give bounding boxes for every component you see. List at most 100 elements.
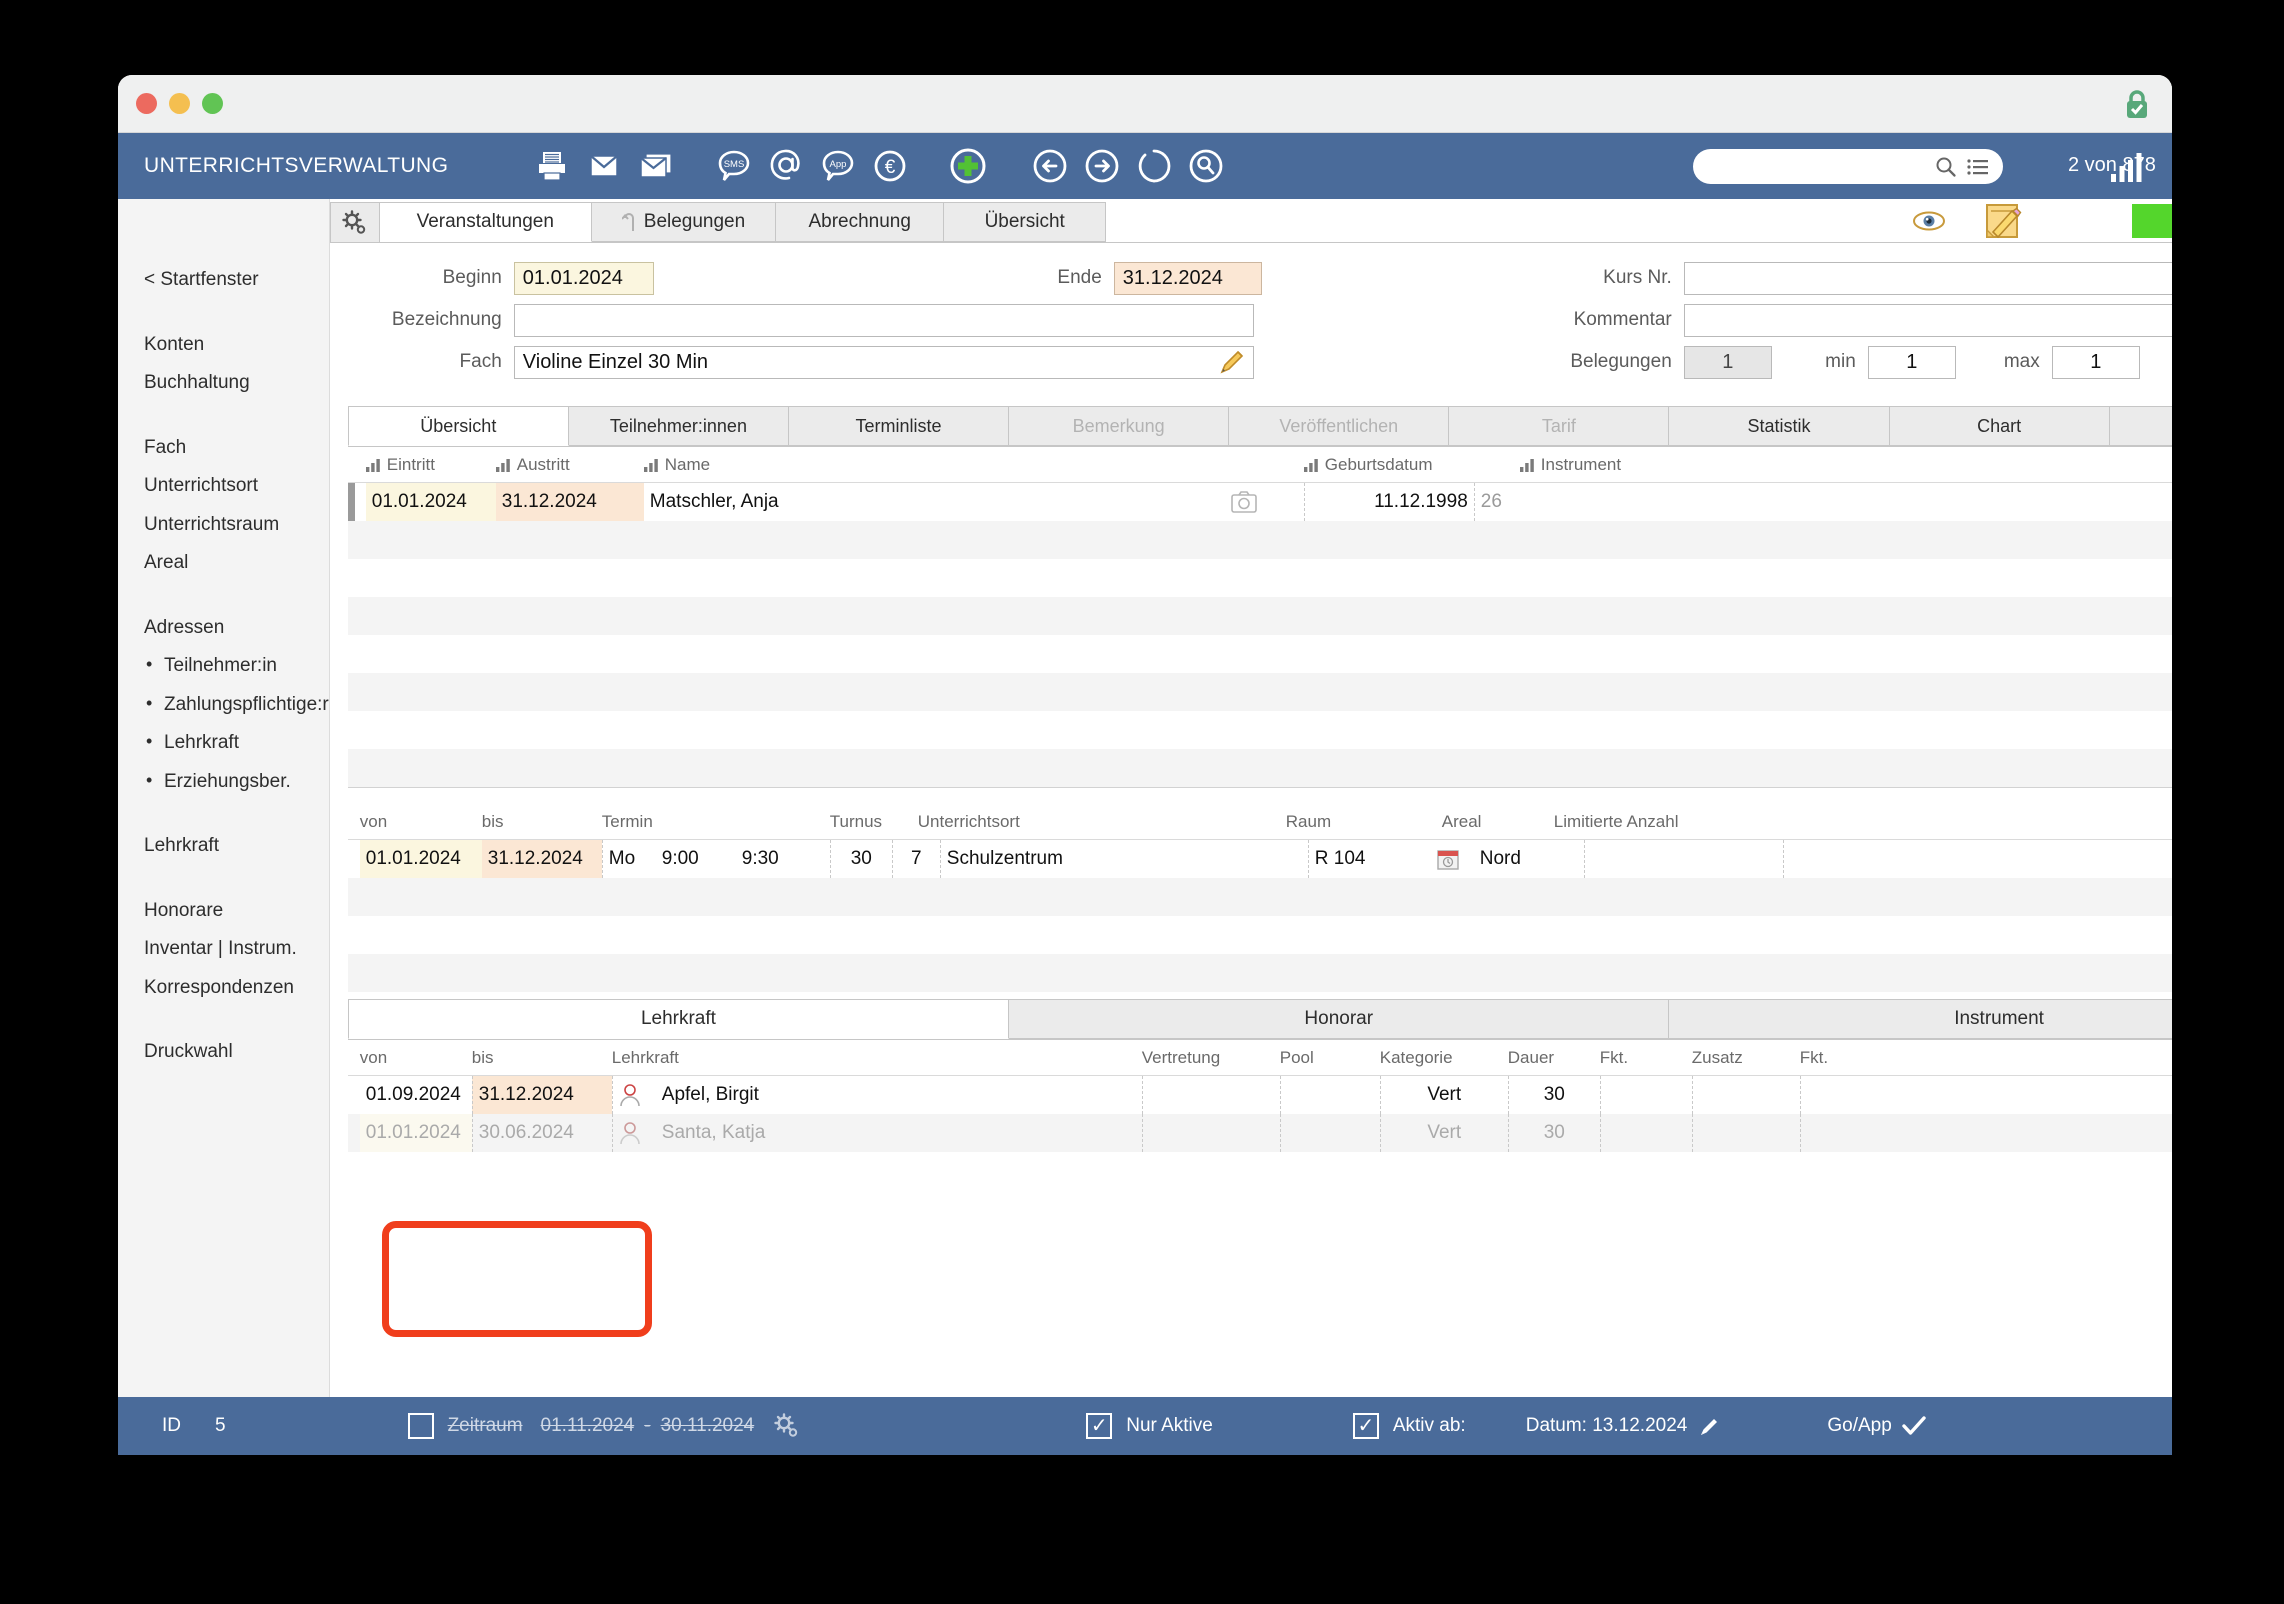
tab-uebersicht-top[interactable]: Übersicht [944, 202, 1107, 242]
zeitraum-checkbox[interactable] [407, 1413, 434, 1439]
sidebar-item-honorare[interactable]: Honorare [118, 892, 329, 931]
empty-row[interactable] [347, 878, 2172, 916]
gear-icon[interactable] [329, 202, 380, 242]
col-pool[interactable]: Pool [1280, 1048, 1380, 1068]
col-austritt[interactable]: Austritt [495, 455, 644, 475]
zeitraum-to[interactable]: 30.11.2024 [661, 1415, 755, 1437]
calendar-icon[interactable] [1430, 840, 1474, 878]
sidebar-item-lehrkraft[interactable]: Lehrkraft [118, 827, 329, 866]
zeitraum-gear-icon[interactable] [774, 1413, 800, 1439]
search-icon[interactable] [1935, 156, 1957, 178]
empty-row[interactable] [348, 711, 2172, 749]
sidebar-back-startfenster[interactable]: < Startfenster [118, 261, 329, 300]
status-color-green[interactable] [2131, 204, 2172, 238]
camera-icon[interactable] [1184, 483, 1304, 521]
empty-row[interactable] [347, 954, 2172, 992]
tab-chart[interactable]: Chart [1889, 406, 2110, 446]
tab-kontierung[interactable]: Kontierung [2109, 406, 2172, 446]
at-icon[interactable] [760, 140, 812, 192]
col-limitierte-anzahl[interactable]: Limitierte Anzahl [1554, 812, 1774, 832]
sidebar-item-adressen[interactable]: Adressen [118, 609, 329, 648]
search-circle-icon[interactable] [1180, 140, 1232, 192]
person-icon[interactable] [611, 1114, 656, 1152]
col-name[interactable]: Name [643, 455, 1304, 475]
col-zusatz[interactable]: Zusatz [1692, 1048, 1800, 1068]
subtab-honorar[interactable]: Honorar [1009, 999, 1670, 1039]
bezeichnung-input[interactable] [513, 303, 1254, 337]
col-lk-bis[interactable]: bis [472, 1048, 612, 1068]
pencil-icon[interactable] [1219, 349, 1245, 375]
sidebar-item-lehrkraft-adresse[interactable]: Lehrkraft [118, 724, 329, 763]
euro-icon[interactable]: € [864, 140, 916, 192]
table-row[interactable]: 01.01.2024 31.12.2024 Matschler, Anja 11… [347, 483, 2172, 521]
goapp-label[interactable]: Go/App [1827, 1415, 1891, 1437]
tab-uebersicht[interactable]: Übersicht [347, 406, 569, 446]
sidebar-item-fach[interactable]: Fach [118, 429, 329, 468]
datum-edit-pencil-icon[interactable] [1699, 1415, 1721, 1437]
col-lk-von[interactable]: von [360, 1048, 472, 1068]
col-fkt1[interactable]: Fkt. [1600, 1048, 1692, 1068]
sort-bars-icon[interactable] [365, 458, 381, 472]
kommentar-input[interactable] [1683, 303, 2172, 337]
ende-input[interactable]: 31.12.2024 [1113, 261, 1262, 295]
mail-icon[interactable] [578, 140, 630, 192]
table-row[interactable]: 01.09.2024 31.12.2024 Apfel, Birgit Vert [348, 1076, 2172, 1114]
plus-icon[interactable] [942, 140, 994, 192]
tab-abrechnung[interactable]: Abrechnung [776, 202, 945, 242]
empty-row[interactable] [347, 749, 2172, 787]
tab-teilnehmer-innen[interactable]: Teilnehmer:innen [568, 406, 789, 446]
sidebar-item-buchhaltung[interactable]: Buchhaltung [118, 364, 329, 403]
sort-bars-icon[interactable] [643, 458, 659, 472]
list-icon[interactable] [1967, 158, 1989, 176]
sort-bars-icon[interactable] [1519, 458, 1535, 472]
col-raum[interactable]: Raum [1286, 812, 1442, 832]
sidebar-item-erziehungsber[interactable]: Erziehungsber. [118, 763, 329, 802]
empty-row[interactable] [348, 635, 2172, 673]
app-icon[interactable]: App [812, 140, 864, 192]
sidebar-item-druckwahl[interactable]: Druckwahl [118, 1033, 329, 1072]
col-termin-bis[interactable]: bis [482, 812, 602, 832]
subtab-instrument[interactable]: Instrument [1669, 999, 2172, 1039]
sort-bars-icon[interactable] [495, 458, 511, 472]
beginn-input[interactable]: 01.01.2024 [513, 261, 654, 295]
sidebar-item-unterrichtsraum[interactable]: Unterrichtsraum [118, 506, 329, 545]
maximize-window-button[interactable] [202, 93, 223, 114]
mail-multiple-icon[interactable] [630, 140, 682, 192]
col-eintritt[interactable]: Eintritt [365, 455, 496, 475]
col-instrument[interactable]: Instrument [1519, 455, 1720, 475]
empty-row[interactable] [348, 559, 2172, 597]
nur-aktive-checkbox[interactable]: ✓ [1086, 1413, 1113, 1439]
empty-row[interactable] [348, 916, 2172, 954]
col-kategorie[interactable]: Kategorie [1380, 1048, 1508, 1068]
col-geburtsdatum[interactable]: Geburtsdatum [1303, 455, 1520, 475]
empty-row[interactable] [347, 673, 2172, 711]
table-row[interactable]: 01.01.2024 30.06.2024 Santa, Katja Vert [347, 1114, 2172, 1152]
arrow-right-icon[interactable] [1076, 140, 1128, 192]
sidebar-item-inventar-instrum[interactable]: Inventar | Instrum. [118, 930, 329, 969]
table-row[interactable]: 01.01.2024 31.12.2024 Mo 9:00 9:30 30 7 … [348, 840, 2172, 878]
kursnr-input[interactable] [1683, 261, 2172, 295]
note-edit-icon[interactable] [1964, 200, 2042, 242]
sms-icon[interactable]: SMS [708, 140, 760, 192]
col-unterrichtsort[interactable]: Unterrichtsort [918, 812, 1286, 832]
sidebar-item-areal[interactable]: Areal [118, 544, 329, 583]
arrow-left-icon[interactable] [1024, 140, 1076, 192]
sidebar-item-teilnehmerin[interactable]: Teilnehmer:in [118, 647, 329, 686]
empty-row[interactable] [347, 597, 2172, 635]
col-areal[interactable]: Areal [1442, 812, 1554, 832]
min-input[interactable]: 1 [1867, 345, 1956, 379]
print-icon[interactable] [526, 140, 578, 192]
sidebar-item-konten[interactable]: Konten [118, 326, 329, 365]
col-termin-von[interactable]: von [360, 812, 482, 832]
sidebar-item-unterrichtsort[interactable]: Unterrichtsort [118, 467, 329, 506]
eye-icon[interactable] [1894, 210, 1964, 232]
tab-belegungen[interactable]: Belegungen [591, 202, 777, 242]
close-window-button[interactable] [136, 93, 157, 114]
refresh-icon[interactable] [1128, 140, 1180, 192]
max-input[interactable]: 1 [2051, 345, 2140, 379]
signal-bars-icon[interactable] [2110, 153, 2146, 183]
sort-bars-icon[interactable] [1303, 458, 1319, 472]
tab-statistik[interactable]: Statistik [1669, 406, 1890, 446]
person-icon[interactable] [611, 1076, 656, 1114]
col-fkt2[interactable]: Fkt. [1800, 1048, 1892, 1068]
